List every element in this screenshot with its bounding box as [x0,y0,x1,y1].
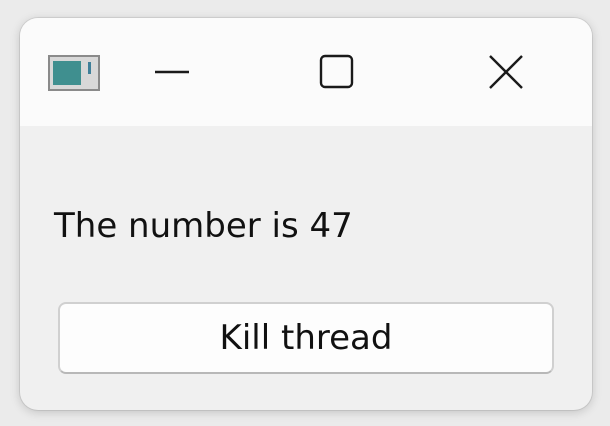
window-client-area: The number is 47 Kill thread [20,126,592,410]
close-button[interactable] [476,42,536,102]
minimize-icon [155,70,189,74]
maximize-button[interactable] [306,42,366,102]
app-icon-pane [53,61,81,85]
number-label: The number is 47 [54,206,353,246]
kill-thread-button[interactable]: Kill thread [58,302,554,374]
app-icon-mark [88,62,91,74]
maximize-icon [319,54,354,89]
title-bar[interactable] [20,18,592,126]
close-icon [489,55,523,89]
app-window: The number is 47 Kill thread [20,18,592,410]
app-window-icon[interactable] [48,55,100,91]
minimize-button[interactable] [142,42,202,102]
